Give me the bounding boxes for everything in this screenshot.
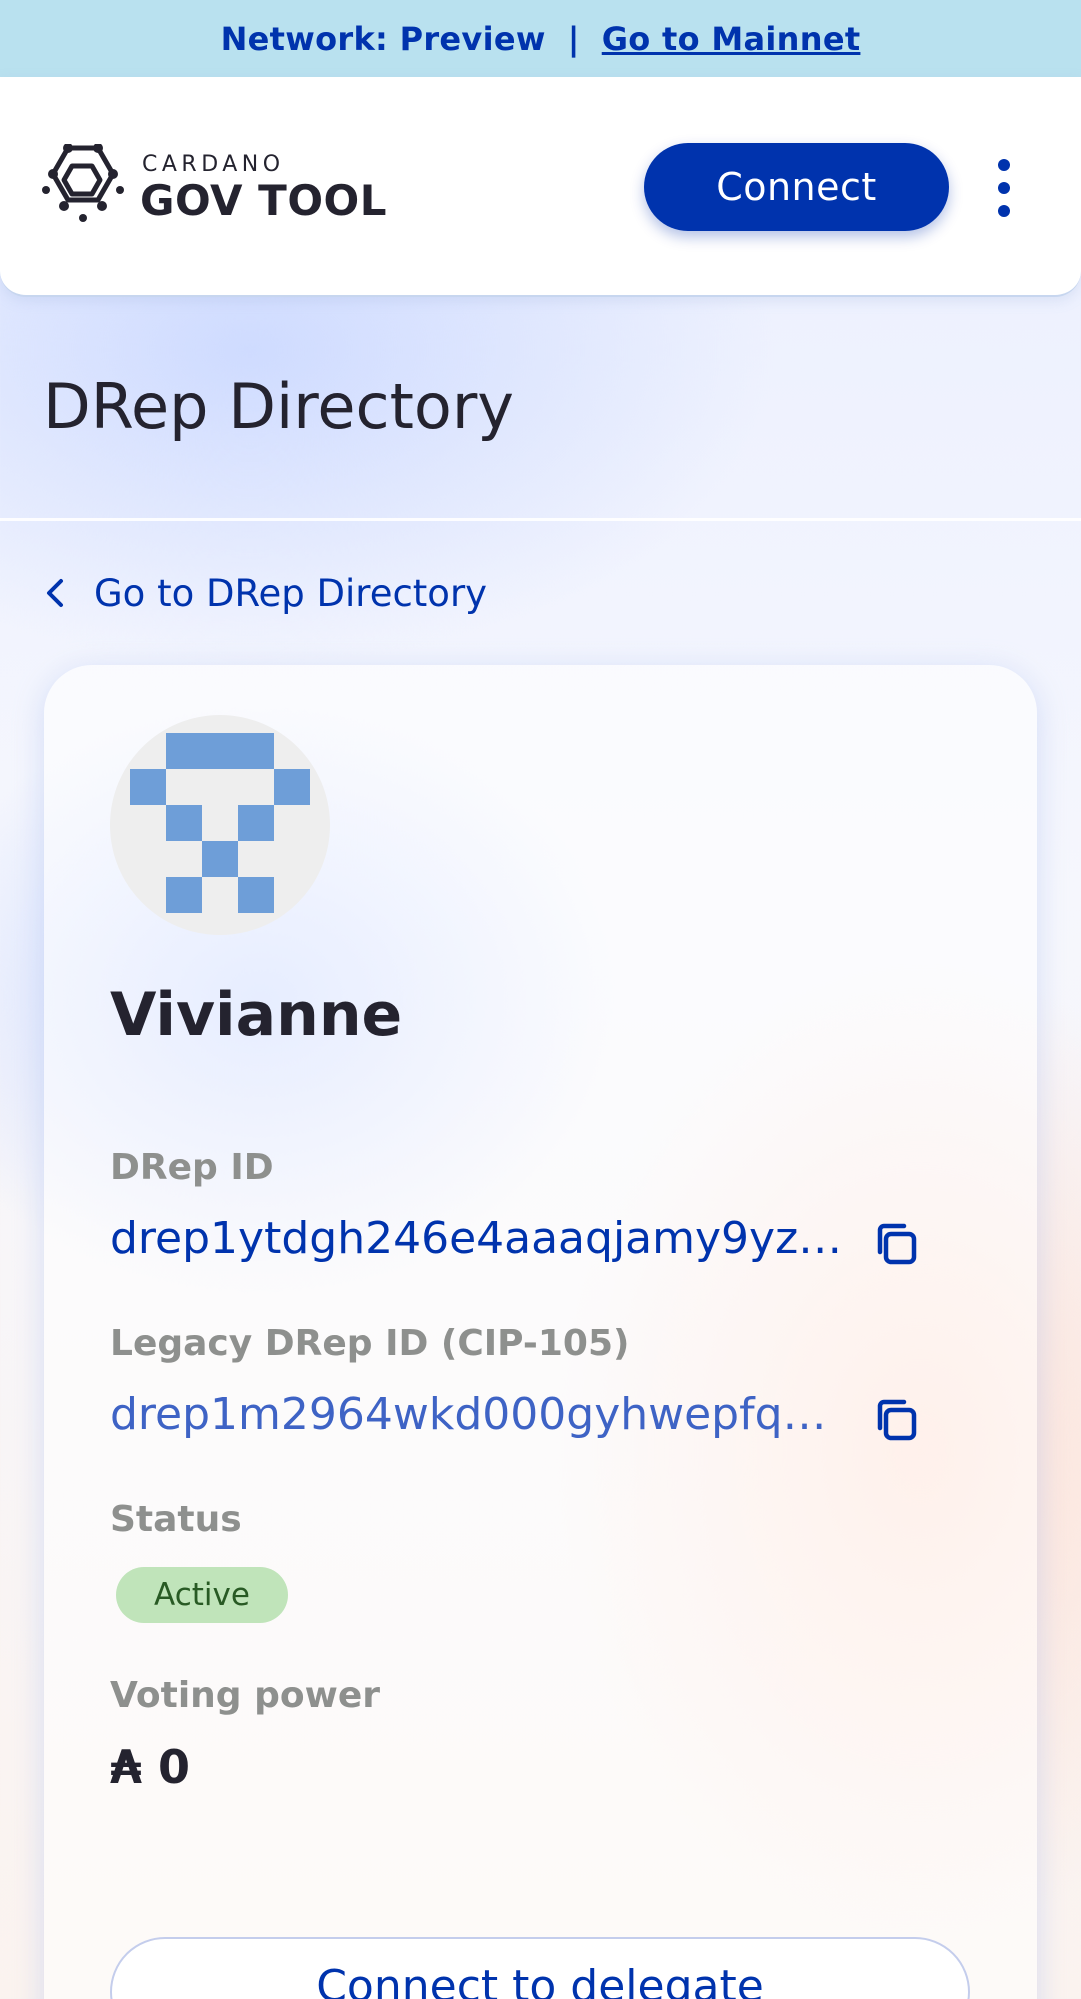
drep-name: Vivianne [110, 980, 403, 1050]
go-to-mainnet-link[interactable]: Go to Mainnet [602, 20, 861, 58]
network-label: Network: Preview [220, 19, 546, 58]
govtool-logo[interactable]: CARDANO GOV TOOL [42, 144, 402, 225]
top-header: CARDANO GOV TOOL Connect [0, 77, 1081, 297]
page-title: DRep Directory [43, 370, 514, 443]
identicon-image [130, 733, 310, 913]
back-to-directory-link[interactable]: Go to DRep Directory [43, 568, 487, 618]
network-banner: Network: Preview | Go to Mainnet [0, 0, 1081, 77]
cardano-hexagon-logo-icon [42, 144, 124, 222]
logo-cardano-text: CARDANO [142, 152, 285, 177]
connect-to-delegate-button[interactable]: Connect to delegate [110, 1937, 970, 1999]
voting-power-value: ₳ 0 [110, 1740, 191, 1794]
more-vertical-icon[interactable] [990, 159, 1018, 217]
copy-icon[interactable] [870, 1218, 922, 1270]
back-link-label: Go to DRep Directory [94, 571, 488, 615]
connect-wallet-button[interactable]: Connect [644, 143, 949, 231]
voting-power-label: Voting power [110, 1675, 381, 1716]
status-label: Status [110, 1499, 242, 1540]
drep-avatar [110, 715, 330, 935]
banner-separator: | [567, 19, 580, 58]
drep-id-label: DRep ID [110, 1147, 274, 1188]
logo-govtool-text: GOV TOOL [140, 176, 387, 225]
legacy-drep-id-value[interactable]: drep1m2964wkd000gyhwepfqk… [110, 1389, 845, 1440]
chevron-left-icon [47, 579, 63, 607]
legacy-drep-id-label: Legacy DRep ID (CIP-105) [110, 1323, 630, 1364]
copy-icon[interactable] [870, 1394, 922, 1446]
drep-id-value[interactable]: drep1ytdgh246e4aaaqjamy9yz… [110, 1213, 845, 1264]
title-divider [0, 518, 1081, 521]
status-badge: Active [116, 1567, 288, 1623]
